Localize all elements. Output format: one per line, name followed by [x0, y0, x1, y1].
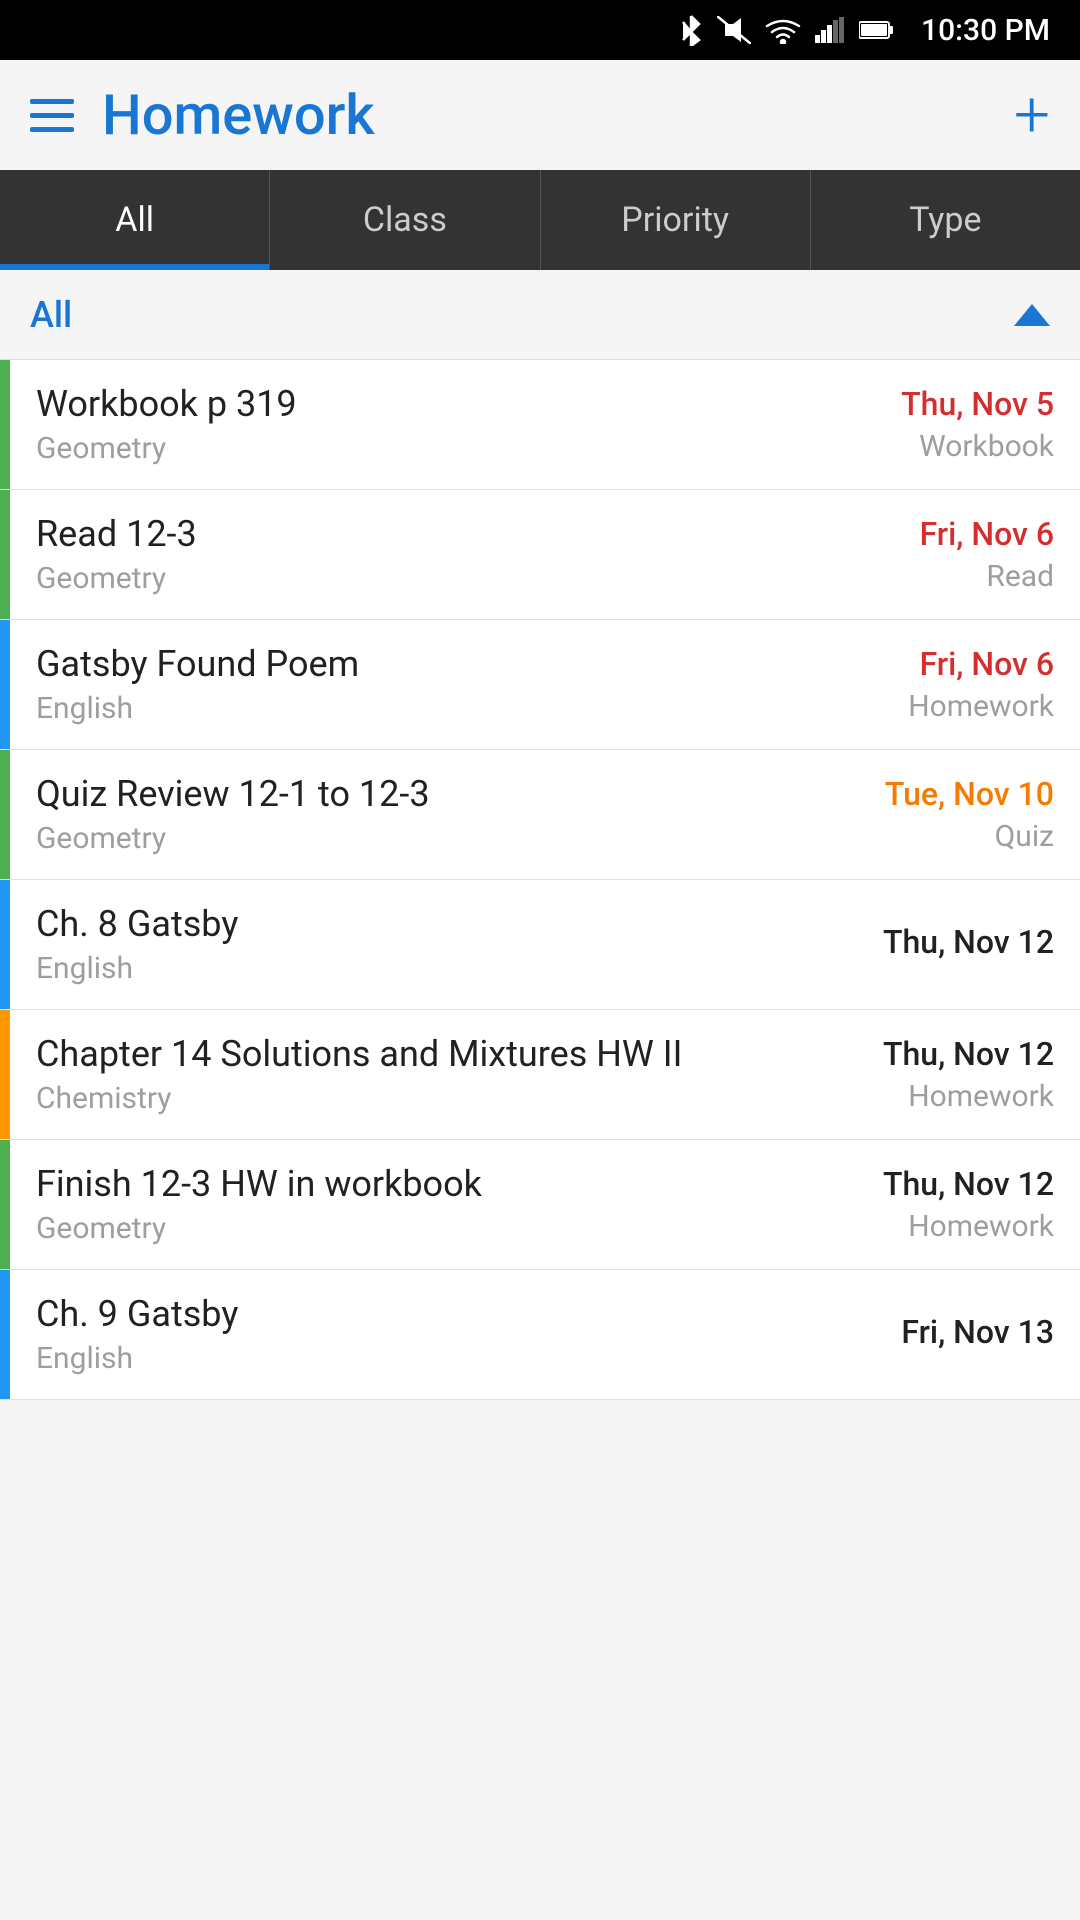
assignment-type: Homework [908, 1079, 1054, 1114]
assignment-date: Thu, Nov 12 [883, 1165, 1054, 1203]
assignment-content: Gatsby Found Poem English [10, 620, 800, 749]
assignment-meta: Thu, Nov 12 Homework [800, 1140, 1080, 1269]
color-indicator [0, 1140, 10, 1269]
assignment-type: Homework [908, 689, 1054, 724]
color-indicator [0, 880, 10, 1009]
filter-label: All [30, 294, 72, 336]
assignment-name: Read 12-3 [36, 513, 774, 555]
assignment-type: Quiz [995, 819, 1054, 854]
list-item[interactable]: Ch. 8 Gatsby English Thu, Nov 12 [0, 880, 1080, 1010]
color-indicator [0, 360, 10, 489]
assignment-content: Quiz Review 12-1 to 12-3 Geometry [10, 750, 800, 879]
tab-class-label: Class [363, 200, 447, 240]
tab-priority-label: Priority [621, 200, 729, 240]
filter-row[interactable]: All [0, 270, 1080, 360]
list-item[interactable]: Gatsby Found Poem English Fri, Nov 6 Hom… [0, 620, 1080, 750]
assignment-class: English [36, 691, 774, 726]
list-item[interactable]: Chapter 14 Solutions and Mixtures HW II … [0, 1010, 1080, 1140]
status-time: 10:30 PM [921, 13, 1050, 48]
assignment-class: Chemistry [36, 1081, 774, 1116]
tab-priority[interactable]: Priority [541, 170, 811, 270]
assignment-meta: Tue, Nov 10 Quiz [800, 750, 1080, 879]
list-item[interactable]: Ch. 9 Gatsby English Fri, Nov 13 [0, 1270, 1080, 1400]
assignment-meta: Fri, Nov 13 [800, 1270, 1080, 1399]
tab-type[interactable]: Type [811, 170, 1080, 270]
signal-icon [815, 17, 845, 43]
assignment-date: Thu, Nov 12 [883, 923, 1054, 961]
assignment-content: Finish 12-3 HW in workbook Geometry [10, 1140, 800, 1269]
assignment-list: Workbook p 319 Geometry Thu, Nov 5 Workb… [0, 360, 1080, 1400]
tab-all-label: All [115, 200, 154, 240]
assignment-class: Geometry [36, 821, 774, 856]
assignment-name: Quiz Review 12-1 to 12-3 [36, 773, 774, 815]
wifi-icon [765, 16, 801, 44]
menu-line-3 [30, 127, 74, 132]
header-left: Homework [30, 82, 375, 148]
assignment-name: Ch. 9 Gatsby [36, 1293, 774, 1335]
list-item[interactable]: Workbook p 319 Geometry Thu, Nov 5 Workb… [0, 360, 1080, 490]
color-indicator [0, 1010, 10, 1139]
assignment-name: Workbook p 319 [36, 383, 774, 425]
assignment-class: English [36, 951, 774, 986]
assignment-class: Geometry [36, 561, 774, 596]
status-bar: 10:30 PM [0, 0, 1080, 60]
color-indicator [0, 1270, 10, 1399]
assignment-class: Geometry [36, 1211, 774, 1246]
assignment-class: English [36, 1341, 774, 1376]
assignment-content: Chapter 14 Solutions and Mixtures HW II … [10, 1010, 800, 1139]
tab-bar: All Class Priority Type [0, 170, 1080, 270]
assignment-name: Gatsby Found Poem [36, 643, 774, 685]
assignment-meta: Thu, Nov 12 Homework [800, 1010, 1080, 1139]
assignment-type: Homework [908, 1209, 1054, 1244]
battery-icon [859, 20, 893, 40]
tab-class[interactable]: Class [270, 170, 540, 270]
assignment-class: Geometry [36, 431, 774, 466]
assignment-content: Ch. 9 Gatsby English [10, 1270, 800, 1399]
assignment-date: Thu, Nov 5 [901, 385, 1054, 423]
assignment-type: Read [986, 559, 1054, 594]
assignment-content: Ch. 8 Gatsby English [10, 880, 800, 1009]
assignment-meta: Fri, Nov 6 Read [800, 490, 1080, 619]
list-item[interactable]: Finish 12-3 HW in workbook Geometry Thu,… [0, 1140, 1080, 1270]
assignment-type: Workbook [919, 429, 1054, 464]
bluetooth-icon [679, 14, 703, 46]
assignment-name: Chapter 14 Solutions and Mixtures HW II [36, 1033, 774, 1075]
assignment-content: Read 12-3 Geometry [10, 490, 800, 619]
menu-button[interactable] [30, 99, 74, 132]
add-button[interactable]: + [1014, 83, 1050, 147]
list-item[interactable]: Quiz Review 12-1 to 12-3 Geometry Tue, N… [0, 750, 1080, 880]
color-indicator [0, 490, 10, 619]
chevron-up-icon[interactable] [1014, 304, 1050, 326]
assignment-date: Tue, Nov 10 [885, 775, 1054, 813]
assignment-meta: Thu, Nov 5 Workbook [800, 360, 1080, 489]
assignment-content: Workbook p 319 Geometry [10, 360, 800, 489]
assignment-meta: Thu, Nov 12 [800, 880, 1080, 1009]
mute-icon [717, 16, 751, 44]
list-item[interactable]: Read 12-3 Geometry Fri, Nov 6 Read [0, 490, 1080, 620]
assignment-name: Finish 12-3 HW in workbook [36, 1163, 774, 1205]
status-icons [679, 14, 893, 46]
assignment-date: Fri, Nov 6 [920, 515, 1054, 553]
menu-line-2 [30, 113, 74, 118]
color-indicator [0, 750, 10, 879]
tab-type-label: Type [909, 200, 981, 240]
menu-line-1 [30, 99, 74, 104]
tab-all[interactable]: All [0, 170, 270, 270]
app-header: Homework + [0, 60, 1080, 170]
assignment-date: Fri, Nov 13 [901, 1313, 1054, 1351]
assignment-name: Ch. 8 Gatsby [36, 903, 774, 945]
assignment-meta: Fri, Nov 6 Homework [800, 620, 1080, 749]
page-title: Homework [102, 82, 375, 148]
color-indicator [0, 620, 10, 749]
assignment-date: Thu, Nov 12 [883, 1035, 1054, 1073]
assignment-date: Fri, Nov 6 [920, 645, 1054, 683]
